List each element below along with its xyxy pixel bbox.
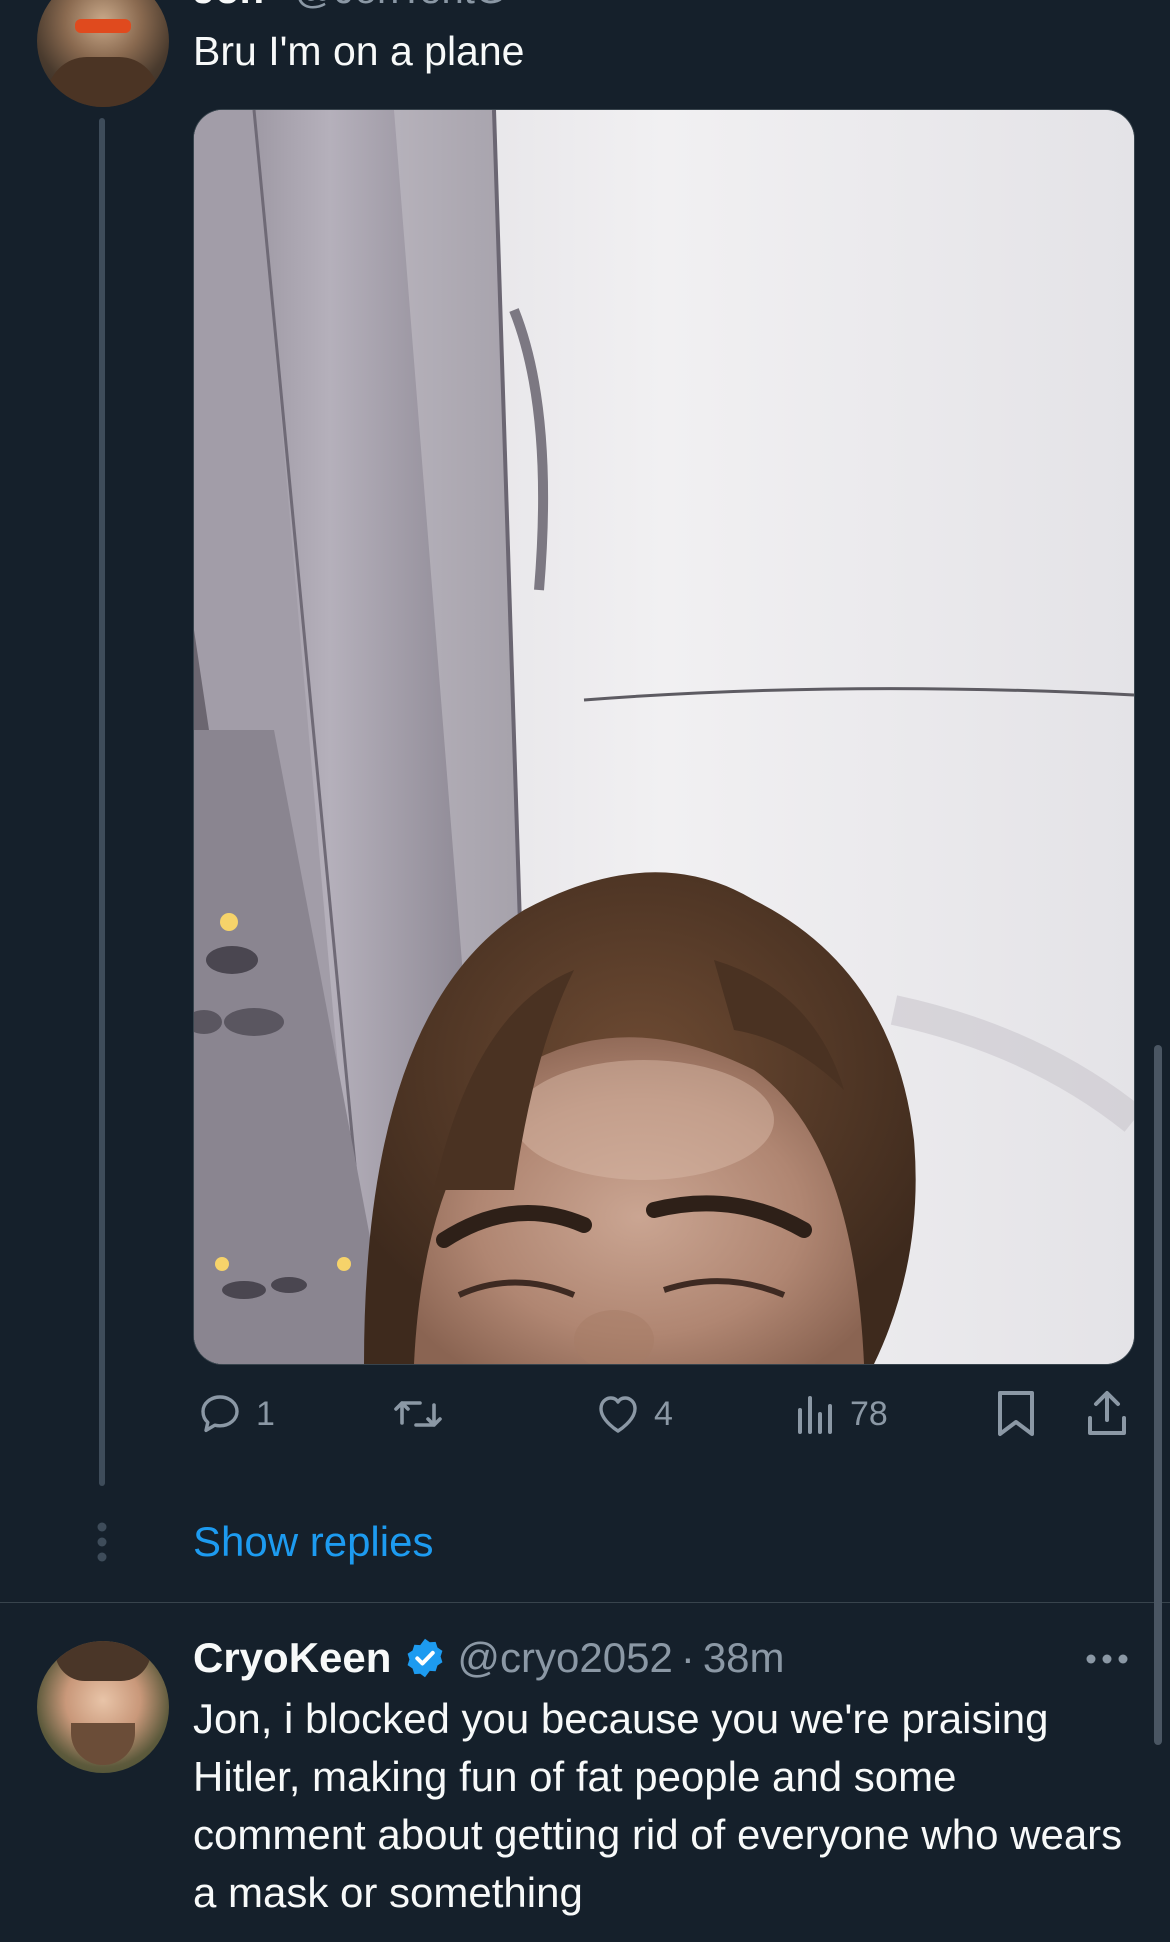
reply-timestamp[interactable]: 38m xyxy=(703,1634,785,1682)
like-count: 4 xyxy=(654,1394,673,1433)
retweet-icon xyxy=(394,1401,442,1427)
views-count: 78 xyxy=(850,1394,888,1433)
avatar-jacket xyxy=(47,57,159,107)
thread-connector-line xyxy=(99,118,105,1486)
tweet-author-handle[interactable]: @JonTentG xyxy=(294,0,506,12)
reply-action[interactable]: 1 xyxy=(196,1388,275,1440)
tweet-photo[interactable] xyxy=(193,109,1135,1365)
avatar-hair xyxy=(55,1641,151,1681)
photo-illustration xyxy=(194,110,1134,1364)
reply-author-handle[interactable]: @cryo2052 xyxy=(457,1634,672,1682)
avatar-sunglasses xyxy=(75,19,131,33)
more-options-button[interactable] xyxy=(1085,1652,1129,1670)
bookmark-action[interactable] xyxy=(994,1388,1038,1440)
tweet-author-name[interactable]: Jon xyxy=(193,0,264,12)
reply-separator: · xyxy=(680,1634,695,1681)
more-horizontal-icon xyxy=(1086,1654,1128,1664)
reply-count: 1 xyxy=(256,1394,275,1433)
reply-text: Jon, i blocked you because you we're pra… xyxy=(193,1695,1123,1916)
retweet-action[interactable] xyxy=(392,1388,456,1440)
like-action[interactable]: 4 xyxy=(594,1388,673,1440)
speech-bubble-icon xyxy=(201,1395,239,1433)
avatar-beard xyxy=(71,1723,135,1765)
heart-icon xyxy=(599,1396,637,1433)
share-icon xyxy=(1088,1391,1126,1435)
verified-badge-icon xyxy=(407,1638,443,1678)
tweet-divider xyxy=(0,1602,1170,1603)
reply-author-name[interactable]: CryoKeen xyxy=(193,1634,391,1682)
author-avatar[interactable] xyxy=(37,0,169,107)
reply-header: CryoKeen @cryo2052 · 38m xyxy=(193,1630,785,1686)
reply-author-avatar[interactable] xyxy=(37,1641,169,1773)
share-action[interactable] xyxy=(1084,1388,1130,1440)
bar-chart-icon xyxy=(798,1396,832,1434)
tweet-author-header[interactable]: Jon @JonTentG xyxy=(193,0,506,12)
tweet-text: Bru I'm on a plane xyxy=(193,28,525,74)
scrollbar[interactable] xyxy=(1154,1045,1162,1745)
thread-more-dots-icon xyxy=(96,1522,108,1567)
views-action[interactable]: 78 xyxy=(794,1388,888,1440)
bookmark-icon xyxy=(998,1391,1034,1436)
show-replies-link[interactable]: Show replies xyxy=(193,1518,433,1566)
